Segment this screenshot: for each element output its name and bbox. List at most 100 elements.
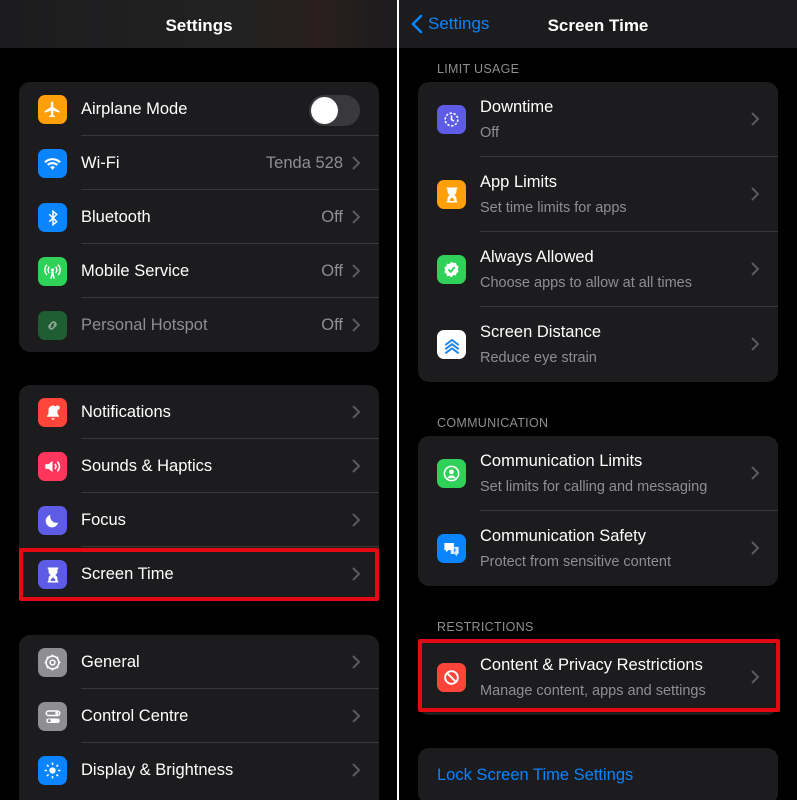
row-label: Bluetooth — [81, 207, 151, 226]
chevron-right-icon — [751, 112, 759, 126]
screen-time-panel: Settings Screen Time LIMIT USAGE Downtim… — [399, 0, 797, 800]
airplane-icon — [38, 95, 67, 124]
row-subtitle: Reduce eye strain — [480, 350, 597, 366]
chevron-right-icon — [751, 187, 759, 201]
chevron-right-icon — [352, 318, 360, 332]
chevron-right-icon — [352, 655, 360, 669]
switches-icon — [38, 702, 67, 731]
chevron-right-icon — [352, 156, 360, 170]
settings-row-bluetooth[interactable]: Bluetooth Off — [19, 190, 379, 244]
sun-icon — [38, 756, 67, 785]
screen-time-row-communication-safety[interactable]: Communication Safety Protect from sensit… — [418, 511, 778, 586]
row-subtitle: Off — [480, 125, 500, 141]
row-label: Airplane Mode — [81, 99, 188, 118]
chevron-right-icon — [352, 210, 360, 224]
bell-icon — [38, 398, 67, 427]
row-label: Notifications — [81, 402, 171, 421]
row-subtitle: Protect from sensitive content — [480, 554, 671, 570]
row-label: Focus — [81, 510, 126, 529]
row-title: Content & Privacy Restrictions — [480, 656, 703, 674]
screen-time-row-downtime[interactable]: Downtime Off — [418, 82, 778, 157]
screen-time-row-app-limits[interactable]: App Limits Set time limits for apps — [418, 157, 778, 232]
row-subtitle: Set limits for calling and messaging — [480, 479, 708, 495]
row-value: Off — [321, 207, 343, 226]
settings-row-mobile-service[interactable]: Mobile Service Off — [19, 244, 379, 298]
row-title: App Limits — [480, 173, 558, 191]
settings-row-wifi[interactable]: Wi-Fi Tenda 528 — [19, 136, 379, 190]
row-subtitle: Choose apps to allow at all times — [480, 275, 692, 291]
screen-time-row-content-privacy[interactable]: Content & Privacy Restrictions Manage co… — [418, 640, 778, 715]
checkmark-shield-icon — [437, 255, 466, 284]
chevron-right-icon — [352, 513, 360, 527]
row-subtitle: Set time limits for apps — [480, 200, 627, 216]
row-label: General — [81, 652, 140, 671]
settings-row-notifications[interactable]: Notifications — [19, 385, 379, 439]
chevron-right-icon — [751, 262, 759, 276]
communication-group: Communication Limits Set limits for call… — [418, 436, 778, 586]
settings-row-sounds-haptics[interactable]: Sounds & Haptics — [19, 439, 379, 493]
row-title: Communication Limits — [480, 452, 643, 470]
row-value: Tenda 528 — [265, 153, 343, 172]
row-title: Downtime — [480, 98, 554, 116]
row-value: Off — [321, 261, 343, 280]
row-label: Wi-Fi — [81, 153, 120, 172]
settings-panel: Settings Airplane Mode Wi-Fi Tenda 528 B… — [0, 0, 398, 800]
chat-bubble-icon — [437, 534, 466, 563]
settings-row-control-centre[interactable]: Control Centre — [19, 689, 379, 743]
lock-screen-time-settings-button[interactable]: Lock Screen Time Settings — [418, 748, 778, 800]
screen-time-navbar: Settings Screen Time — [399, 0, 797, 48]
settings-row-general[interactable]: General — [19, 635, 379, 689]
limit-usage-group: Downtime Off App Limits Set time limits … — [418, 82, 778, 382]
page-title: Settings — [165, 16, 233, 35]
antenna-icon — [38, 257, 67, 286]
airplane-mode-toggle[interactable] — [309, 95, 360, 126]
settings-navbar: Settings — [0, 0, 398, 48]
hourglass-icon — [38, 560, 67, 589]
row-label: Screen Time — [81, 564, 174, 583]
chevron-right-icon — [352, 567, 360, 581]
settings-row-focus[interactable]: Focus — [19, 493, 379, 547]
row-label: Display & Brightness — [81, 760, 234, 779]
chevron-right-icon — [352, 459, 360, 473]
settings-row-airplane-mode[interactable]: Airplane Mode — [19, 82, 379, 136]
row-value: Off — [321, 315, 343, 334]
prohibited-icon — [437, 663, 466, 692]
page-title: Screen Time — [547, 16, 649, 35]
settings-row-screen-time[interactable]: Screen Time — [19, 547, 379, 601]
screen-time-row-communication-limits[interactable]: Communication Limits Set limits for call… — [418, 436, 778, 511]
person-circle-icon — [437, 459, 466, 488]
row-title: Always Allowed — [480, 248, 594, 266]
settings-row-personal-hotspot[interactable]: Personal Hotspot Off — [19, 298, 379, 352]
general-group: General Control Centre Display & Brightn… — [19, 635, 379, 800]
speaker-icon — [38, 452, 67, 481]
section-header-limit-usage: LIMIT USAGE — [437, 62, 520, 76]
hourglass-icon — [437, 180, 466, 209]
bluetooth-icon — [38, 203, 67, 232]
chevron-right-icon — [751, 337, 759, 351]
section-header-restrictions: RESTRICTIONS — [437, 620, 534, 634]
settings-row-display-brightness[interactable]: Display & Brightness — [19, 743, 379, 797]
section-header-communication: COMMUNICATION — [437, 416, 549, 430]
hotspot-icon — [38, 311, 67, 340]
row-title: Screen Distance — [480, 323, 602, 341]
row-label: Personal Hotspot — [81, 315, 208, 334]
chevron-right-icon — [751, 541, 759, 555]
chevron-right-icon — [352, 264, 360, 278]
lock-settings-label: Lock Screen Time Settings — [437, 766, 634, 784]
notifications-group: Notifications Sounds & Haptics Focus Scr… — [19, 385, 379, 601]
wifi-icon — [38, 149, 67, 178]
chevron-right-icon — [352, 405, 360, 419]
screen-time-row-always-allowed[interactable]: Always Allowed Choose apps to allow at a… — [418, 232, 778, 307]
downtime-icon — [437, 105, 466, 134]
chevron-right-icon — [352, 709, 360, 723]
chevron-right-icon — [751, 466, 759, 480]
row-label: Control Centre — [81, 706, 189, 725]
screen-time-row-screen-distance[interactable]: Screen Distance Reduce eye strain — [418, 307, 778, 382]
screen-distance-icon — [437, 330, 466, 359]
chevron-right-icon — [352, 763, 360, 777]
chevron-right-icon — [751, 670, 759, 684]
row-title: Communication Safety — [480, 527, 646, 545]
connectivity-group: Airplane Mode Wi-Fi Tenda 528 Bluetooth … — [19, 82, 379, 352]
moon-icon — [38, 506, 67, 535]
row-subtitle: Manage content, apps and settings — [480, 683, 706, 699]
